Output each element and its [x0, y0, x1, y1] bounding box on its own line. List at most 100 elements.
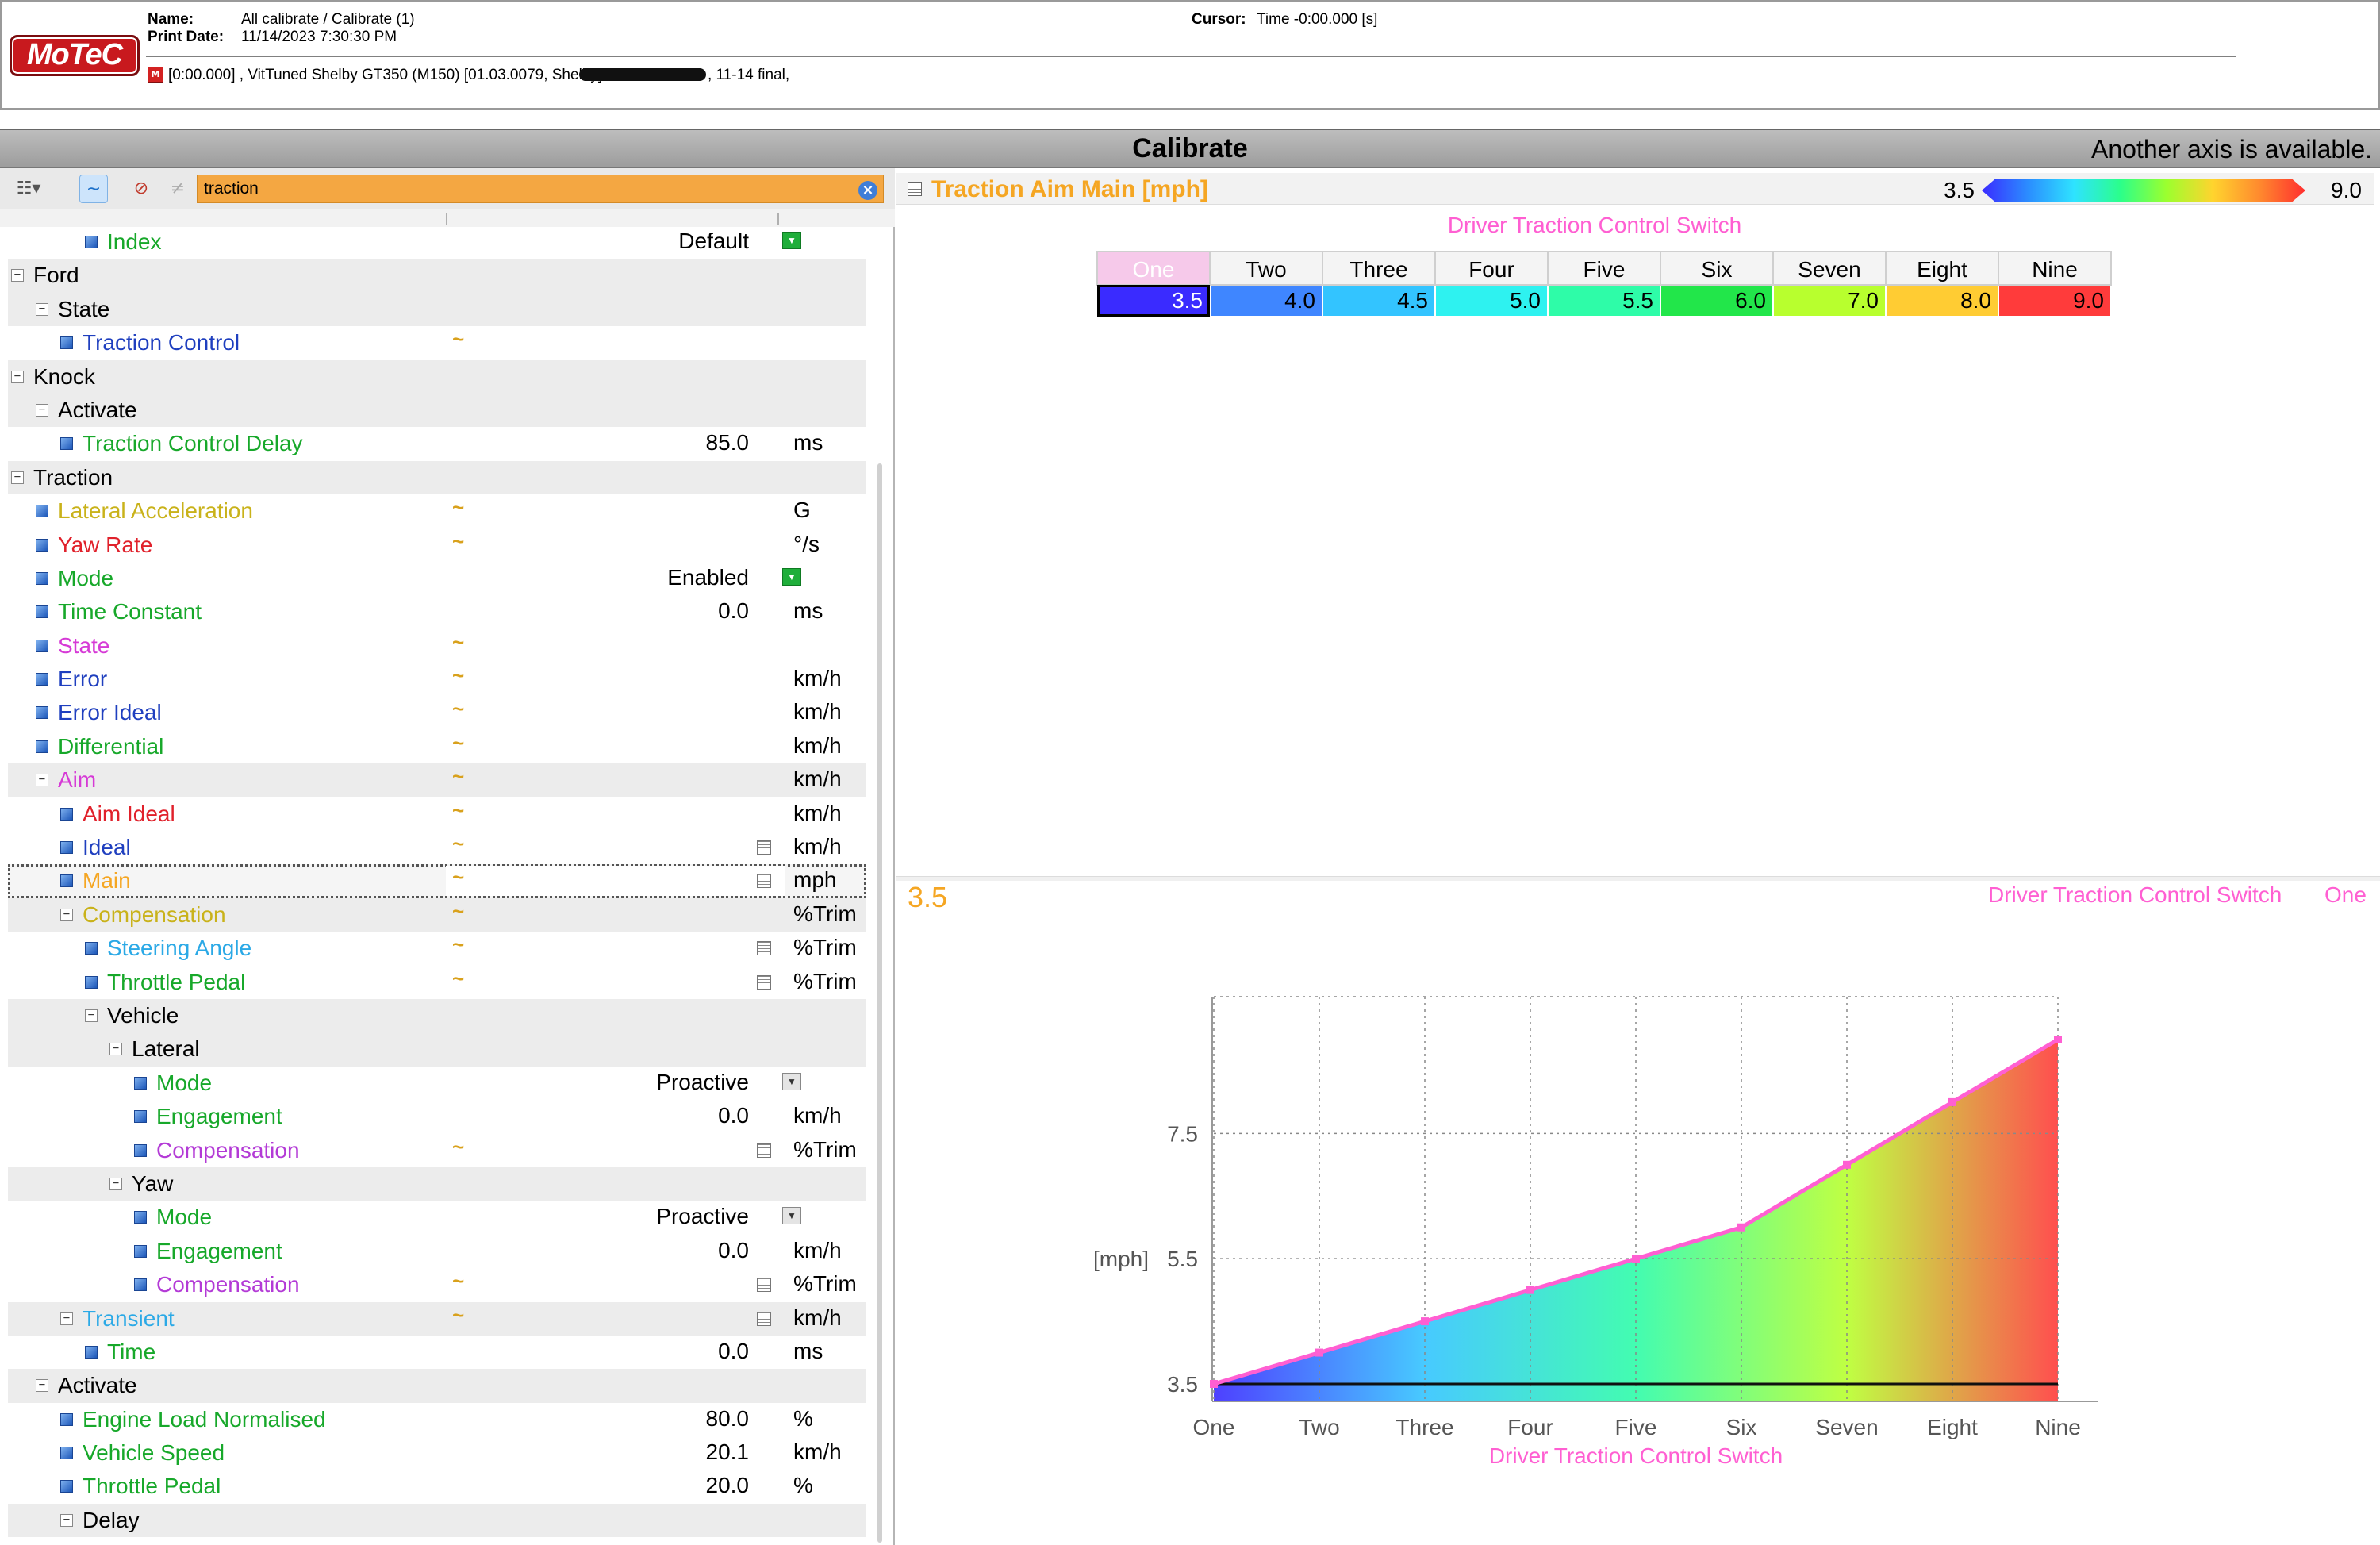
value-cell[interactable] [446, 630, 785, 661]
collapse-icon[interactable]: − [60, 908, 73, 921]
collapse-icon[interactable]: − [36, 1379, 48, 1393]
map-cell[interactable]: 4.5 [1322, 284, 1436, 317]
tree-row[interactable]: Main ~ mph [8, 864, 866, 898]
tree-row[interactable]: − Transient ~ km/h [8, 1301, 866, 1336]
not-equal-filter-icon[interactable]: ≠ [163, 175, 192, 203]
map-column-header[interactable]: Six [1660, 251, 1774, 286]
value-cell[interactable] [446, 798, 785, 829]
tree-row[interactable]: Traction Control Delay 85.0 ms [8, 427, 866, 460]
collapse-icon[interactable]: − [85, 1009, 98, 1022]
map-column-header[interactable]: One [1096, 251, 1211, 286]
table-icon[interactable] [757, 941, 771, 956]
tree-item-value[interactable]: 0.0 [718, 598, 749, 624]
tree-row[interactable]: − Aim ~ km/h [8, 763, 866, 797]
tree-row[interactable]: Engine Load Normalised 80.0% [8, 1403, 866, 1436]
tree-row[interactable]: Mode Proactive ▼ [8, 1201, 866, 1234]
collapse-icon[interactable]: − [60, 1312, 73, 1325]
column-separator[interactable] [446, 213, 447, 225]
collapse-icon[interactable]: − [11, 471, 24, 484]
map-cell[interactable]: 7.0 [1772, 284, 1887, 317]
value-cell[interactable] [446, 529, 785, 560]
clear-filter-icon[interactable]: ⊘ [127, 175, 155, 203]
tree-row[interactable]: Throttle Pedal ~ %Trim [8, 966, 866, 999]
map-column-header[interactable]: Eight [1885, 251, 1999, 286]
value-cell[interactable] [446, 731, 785, 762]
tree-item-value[interactable]: Proactive [656, 1204, 749, 1229]
collapse-icon[interactable]: − [11, 269, 24, 282]
tree-row[interactable]: Traction Control ~ [8, 326, 866, 359]
value-cell[interactable] [446, 664, 785, 695]
tree-row[interactable]: − Ford [8, 259, 866, 293]
map-cell[interactable]: 5.5 [1547, 284, 1661, 317]
tree-row[interactable]: Compensation ~ %Trim [8, 1134, 866, 1167]
data-point[interactable] [1421, 1317, 1429, 1326]
tree-row[interactable]: − Activate [8, 393, 866, 428]
show-channels-toggle-icon[interactable]: ~ [79, 175, 108, 203]
tree-row[interactable]: Steering Angle ~ %Trim [8, 932, 866, 965]
tree-row[interactable]: Aim Ideal ~ km/h [8, 797, 866, 831]
collapse-icon[interactable]: − [36, 302, 48, 316]
tree-item-value[interactable]: Proactive [656, 1070, 749, 1095]
map-cell[interactable]: 5.0 [1434, 284, 1549, 317]
tree-row[interactable]: − Vehicle [8, 998, 866, 1033]
tree-row[interactable]: − State [8, 292, 866, 327]
tree-row[interactable]: State ~ [8, 629, 866, 663]
map-column-header[interactable]: Two [1209, 251, 1323, 286]
collapse-icon[interactable]: − [36, 403, 48, 417]
search-clear-icon[interactable]: × [858, 181, 877, 200]
map-column-header[interactable]: Three [1322, 251, 1436, 286]
map-cell[interactable]: 9.0 [1998, 284, 2112, 317]
tree-item-value[interactable]: 20.0 [706, 1473, 750, 1498]
data-point[interactable] [1948, 1097, 1956, 1106]
search-input[interactable] [197, 175, 884, 203]
tree-row[interactable]: Compensation ~ %Trim [8, 1268, 866, 1301]
data-point[interactable] [1843, 1160, 1851, 1169]
dropdown-icon[interactable]: ▼ [782, 567, 801, 586]
tree-row[interactable]: − Delay [8, 1503, 866, 1538]
collapse-icon[interactable]: − [109, 1177, 122, 1190]
tree-scrollbar[interactable] [877, 463, 882, 1543]
tree-row[interactable]: − Compensation ~ %Trim [8, 897, 866, 932]
tree-item-value[interactable]: Default [678, 229, 749, 254]
map-column-header[interactable]: Five [1547, 251, 1661, 286]
map-cell[interactable]: 3.5 [1096, 284, 1211, 317]
tree-row[interactable]: Ideal ~ km/h [8, 831, 866, 864]
tree-row[interactable]: Index Default ▼ [8, 225, 866, 259]
tree-row[interactable]: − Lateral [8, 1032, 866, 1067]
map-column-header[interactable]: Seven [1772, 251, 1887, 286]
tree-row[interactable]: Error ~ km/h [8, 663, 866, 696]
collapse-icon[interactable]: − [109, 1043, 122, 1056]
tree-item-value[interactable]: 20.1 [706, 1439, 750, 1465]
data-point[interactable] [2054, 1036, 2062, 1043]
tree-row[interactable]: Time Constant 0.0 ms [8, 595, 866, 628]
value-cell[interactable] [446, 933, 785, 964]
tree-row[interactable]: − Knock [8, 359, 866, 394]
dropdown-icon[interactable]: ▼ [782, 232, 801, 249]
tree-row[interactable]: Error Ideal ~ km/h [8, 696, 866, 729]
table-icon[interactable] [757, 1278, 771, 1293]
value-cell[interactable] [446, 698, 785, 728]
tree-item-value[interactable]: Enabled [667, 565, 749, 590]
column-separator[interactable] [777, 213, 779, 225]
dropdown-icon[interactable]: ▼ [782, 1072, 801, 1090]
tree-item-value[interactable]: 0.0 [718, 1339, 749, 1364]
panel-splitter[interactable] [896, 876, 2380, 881]
tree-row[interactable]: − Yaw [8, 1166, 866, 1201]
value-cell[interactable] [446, 1135, 785, 1166]
map-cell[interactable]: 4.0 [1209, 284, 1323, 317]
data-point[interactable] [1737, 1223, 1745, 1232]
map-cell[interactable]: 8.0 [1885, 284, 1999, 317]
value-cell[interactable] [446, 967, 785, 997]
table-icon[interactable] [757, 874, 771, 889]
table-icon[interactable] [757, 1311, 771, 1326]
tree-row[interactable]: Vehicle Speed 20.1 km/h [8, 1436, 866, 1470]
tree-row[interactable]: Mode Proactive ▼ [8, 1067, 866, 1100]
table-icon[interactable] [757, 974, 771, 990]
data-point[interactable] [1210, 1380, 1218, 1388]
tree-row[interactable]: − Traction [8, 460, 866, 495]
table-icon[interactable] [757, 840, 771, 855]
tree-item-value[interactable]: 80.0 [706, 1406, 750, 1432]
tree-row[interactable]: Engagement 0.0 km/h [8, 1100, 866, 1133]
collapse-icon[interactable]: − [36, 774, 48, 787]
tree-view-dropdown-icon[interactable]: ☷▾ [11, 175, 46, 203]
